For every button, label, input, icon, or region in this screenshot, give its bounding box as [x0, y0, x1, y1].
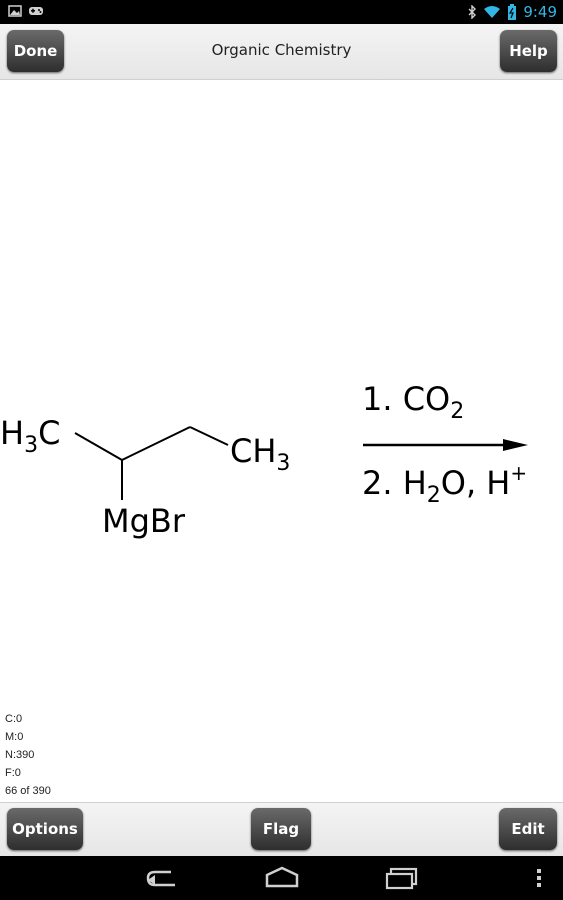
- top-action-bar: Done Organic Chemistry Help: [0, 24, 563, 80]
- stat-m: M:0: [5, 731, 24, 743]
- flag-button[interactable]: Flag: [251, 808, 311, 850]
- reaction-arrow: [363, 439, 528, 451]
- edit-button[interactable]: Edit: [499, 808, 557, 850]
- reaction-diagram: H3C CH3 MgBr 1. CO2 2. H2O, H+: [0, 380, 528, 540]
- flashcard-area[interactable]: H3C CH3 MgBr 1. CO2 2. H2O, H+ C:0 M:0 N…: [0, 80, 563, 802]
- reagent-step-1: 1. CO2: [362, 380, 464, 424]
- game-controller-icon: [29, 7, 43, 15]
- system-nav-bar: [0, 856, 563, 900]
- home-icon[interactable]: [264, 866, 300, 890]
- back-icon[interactable]: [145, 866, 179, 890]
- stat-c: C:0: [5, 713, 23, 725]
- stat-f: F:0: [5, 767, 21, 779]
- menu-icon[interactable]: [535, 866, 543, 890]
- clock-time: 9:49: [523, 3, 557, 21]
- picture-icon: [8, 5, 22, 17]
- mgbr-group: MgBr: [102, 502, 186, 540]
- bottom-toolbar: Options Flag Edit: [0, 802, 563, 857]
- bluetooth-icon: [468, 5, 477, 19]
- skeletal-bonds: [74, 426, 229, 500]
- options-button[interactable]: Options: [7, 808, 83, 850]
- status-bar: 9:49: [0, 0, 563, 24]
- stat-n: N:390: [5, 749, 35, 761]
- reagent-step-2: 2. H2O, H+: [362, 461, 527, 508]
- recent-apps-icon[interactable]: [385, 866, 419, 890]
- wifi-icon: [484, 6, 501, 18]
- help-button[interactable]: Help: [500, 30, 557, 72]
- battery-icon: [508, 4, 517, 20]
- study-stats: C:0 M:0 N:390 F:0 66 of 390: [5, 710, 51, 800]
- h3c-group: H3C: [0, 414, 60, 458]
- page-title: Organic Chemistry: [211, 41, 352, 59]
- ch3-group: CH3: [230, 432, 290, 476]
- card-position: 66 of 390: [5, 785, 51, 797]
